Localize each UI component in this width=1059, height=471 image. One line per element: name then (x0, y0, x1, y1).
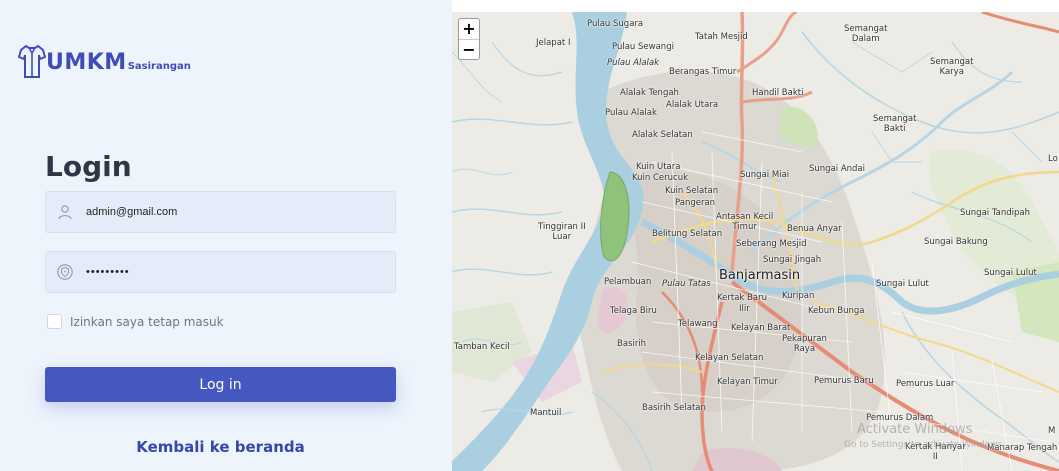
map-label: Basirih (617, 339, 647, 349)
map-label: Kelayan Selatan (695, 353, 764, 363)
back-home-link[interactable]: Kembali ke beranda (0, 438, 441, 456)
map-label: Pulau Tatas (662, 279, 711, 289)
map-label: Basirih Selatan (642, 403, 706, 413)
map-label: Telawang (678, 319, 718, 329)
shirt-logo-icon (18, 44, 46, 78)
remember-label: Izinkan saya tetap masuk (70, 314, 224, 329)
map-label: Antasan Kecil Timur (716, 212, 774, 232)
map-label: Sungai Tandipah (960, 208, 1030, 218)
map-label: Benua Anyar (787, 224, 842, 234)
map-label: Jelapat I (536, 38, 571, 48)
map-label: Pulau Alalak (607, 58, 660, 68)
map-label: Seberang Mesjid (736, 239, 807, 249)
map-label: Mantuil (530, 408, 562, 418)
user-icon (56, 203, 74, 221)
map-label: M (1048, 426, 1056, 436)
map-label: Pemurus Luar (896, 379, 955, 389)
map-label: Kebun Bunga (808, 306, 865, 316)
map-label: Kuripan (782, 291, 815, 301)
map-label: Belitung Selatan (652, 229, 723, 239)
map-label: Sungai Jingah (763, 255, 822, 265)
remember-checkbox[interactable] (47, 314, 62, 329)
map-label: Alalak Utara (666, 100, 719, 110)
map-label: Alalak Selatan (632, 130, 693, 140)
windows-activation-watermark: Activate Windows (857, 422, 973, 437)
map-label: Telaga Biru (610, 306, 657, 316)
map-label: Kuin Utara (636, 162, 681, 172)
login-button[interactable]: Log in (45, 367, 396, 402)
map-label: Tinggiran II Luar (538, 222, 586, 242)
map-label: Pangeran (675, 198, 716, 208)
password-field[interactable] (45, 251, 396, 293)
map-label: Tatah Mesjid (695, 32, 748, 42)
map-label: Ilir (739, 304, 750, 314)
page-title: Login (45, 150, 132, 183)
email-input[interactable] (86, 192, 376, 232)
map-label: Sungai Lulut (984, 268, 1037, 278)
map-label: Kelayan Timur (717, 377, 778, 387)
map-label: Sungai Lulut (876, 279, 929, 289)
map-label: Semangat Karya (930, 57, 974, 77)
map-label: Semangat Bakti (873, 114, 917, 134)
map-label: Kelayan Barat (731, 323, 791, 333)
brand-suffix: Sasirangan (127, 61, 191, 72)
remember-me[interactable]: Izinkan saya tetap masuk (47, 314, 224, 329)
map-label: Sungai Bakung (924, 237, 988, 247)
map-label: Kuin Selatan (665, 186, 719, 196)
map-label: Pelambuan (604, 277, 652, 287)
map-label: Kuin Cerucuk (632, 173, 689, 183)
map-label: Pulau Alalak (605, 108, 657, 118)
zoom-out-button[interactable]: − (459, 39, 479, 59)
map-view[interactable]: + − Pulau Sugara Jelapat I Pulau Sewangi… (452, 12, 1059, 471)
map-label: Sungai Miai (740, 170, 790, 180)
map-label: Sungai Andai (809, 164, 866, 174)
email-field[interactable] (45, 191, 396, 233)
map-label: Handil Bakti (752, 88, 804, 98)
map-label: Alalak Tengah (620, 88, 679, 98)
map-label: Kertak Baru (717, 293, 767, 303)
login-panel: UMKM Sasirangan Login Izinkan saya tetap… (0, 0, 452, 471)
windows-activation-subtext: Go to Settings to activate Windows. (844, 440, 1006, 450)
zoom-control: + − (458, 18, 480, 60)
map-label: Pulau Sewangi (612, 42, 674, 52)
brand-logo[interactable]: UMKM Sasirangan (18, 38, 191, 78)
map-label: Pulau Sugara (587, 19, 644, 29)
map-label: Berangas Timur (669, 67, 737, 77)
map-label: Banjarmasin (719, 268, 801, 283)
map-label: Pemurus Baru (814, 376, 874, 386)
brand-name: UMKM (46, 50, 127, 75)
map-label: Tamban Kecil (454, 342, 510, 352)
map-label: Semangat Dalam (844, 24, 888, 44)
password-input[interactable] (86, 252, 376, 292)
map-label: Pekapuran Raya (782, 334, 827, 354)
map-label: Lo (1048, 154, 1058, 164)
shield-icon (56, 263, 74, 281)
zoom-in-button[interactable]: + (459, 19, 479, 39)
